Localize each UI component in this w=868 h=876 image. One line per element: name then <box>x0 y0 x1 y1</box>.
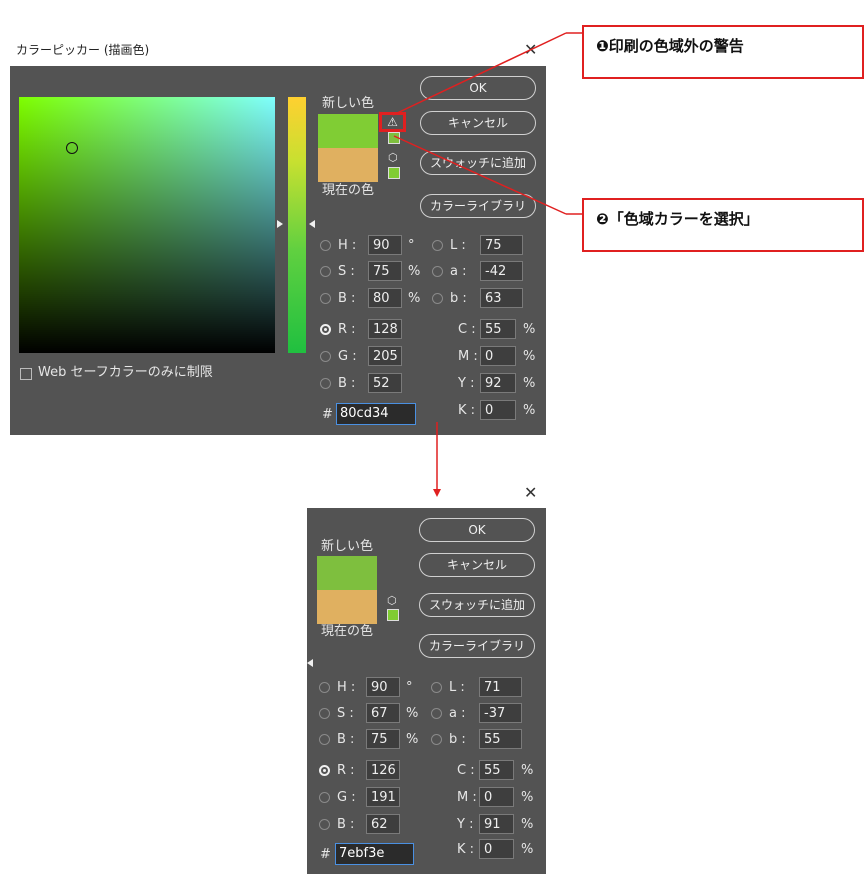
radio-l-2[interactable] <box>431 682 442 693</box>
h-field-2[interactable]: 90 <box>366 677 400 697</box>
c-unit-2: % <box>521 763 534 778</box>
y-label-2: Y : <box>457 817 474 832</box>
radio-lab-b-2[interactable] <box>431 734 442 745</box>
add-to-swatches-button-2[interactable]: スウォッチに追加 <box>419 593 535 617</box>
k-unit-2: % <box>521 842 534 857</box>
hash-label-2: # <box>320 847 331 862</box>
r-field-2[interactable]: 126 <box>366 760 400 780</box>
s-unit-2: % <box>406 706 419 721</box>
callout-select-gamut-color: ❷「色域カラーを選択」 <box>582 198 864 252</box>
current-color-label-2: 現在の色 <box>321 624 374 639</box>
ok-button-2[interactable]: OK <box>419 518 535 542</box>
l-label-2: L : <box>449 680 465 695</box>
hex-field-2[interactable]: 7ebf3e <box>335 843 414 865</box>
radio-s-2[interactable] <box>319 708 330 719</box>
s-label-2: S : <box>337 706 354 721</box>
current-color-swatch-2[interactable] <box>317 590 377 624</box>
b-brightness-unit-2: % <box>406 732 419 747</box>
rgb-b-label-2: B : <box>337 817 355 832</box>
radio-g-2[interactable] <box>319 792 330 803</box>
s-field-2[interactable]: 67 <box>366 703 400 723</box>
a-field-2[interactable]: -37 <box>479 703 522 723</box>
a-label-2: a : <box>449 706 466 721</box>
color-libraries-button-2[interactable]: カラーライブラリ <box>419 634 535 658</box>
cube-icon-2[interactable]: ⬡ <box>387 595 397 607</box>
color-preview-2 <box>317 556 377 624</box>
h-label-2: H : <box>337 680 356 695</box>
m-field-2[interactable]: 0 <box>479 787 514 807</box>
radio-a-2[interactable] <box>431 708 442 719</box>
h-unit-2: ° <box>406 680 413 695</box>
m-label-2: M : <box>457 790 477 805</box>
radio-rgb-b-2[interactable] <box>319 819 330 830</box>
color-picker-dialog-after: 新しい色 現在の色 ⬡ OK キャンセル スウォッチに追加 カラーライブラリ H… <box>307 508 546 874</box>
callout-2-line <box>393 135 567 215</box>
k-field-2[interactable]: 0 <box>479 839 514 859</box>
radio-r-2[interactable] <box>319 765 330 776</box>
callout-1-line <box>392 32 567 116</box>
new-color-swatch-2 <box>317 556 377 590</box>
rgb-b-field-2[interactable]: 62 <box>366 814 400 834</box>
down-arrow-head <box>433 489 441 497</box>
radio-b-brightness-2[interactable] <box>319 734 330 745</box>
y-field-2[interactable]: 91 <box>479 814 514 834</box>
lab-b-field-2[interactable]: 55 <box>479 729 522 749</box>
r-label-2: R : <box>337 763 355 778</box>
c-field-2[interactable]: 55 <box>479 760 514 780</box>
slider-arrow-icon-2[interactable] <box>307 659 313 667</box>
b-brightness-field-2[interactable]: 75 <box>366 729 400 749</box>
g-label-2: G : <box>337 790 356 805</box>
l-field-2[interactable]: 71 <box>479 677 522 697</box>
k-label-2: K : <box>457 842 475 857</box>
y-unit-2: % <box>521 817 534 832</box>
g-field-2[interactable]: 191 <box>366 787 400 807</box>
c-label-2: C : <box>457 763 475 778</box>
new-color-label-2: 新しい色 <box>321 539 374 554</box>
cancel-button-2[interactable]: キャンセル <box>419 553 535 577</box>
callout-gamut-warning: ❶印刷の色域外の警告 <box>582 25 864 79</box>
b-brightness-label-2: B : <box>337 732 355 747</box>
web-safe-swatch-2[interactable] <box>387 609 399 621</box>
radio-h-2[interactable] <box>319 682 330 693</box>
m-unit-2: % <box>521 790 534 805</box>
close-icon-2[interactable]: ✕ <box>524 485 537 501</box>
lab-b-label-2: b : <box>449 732 466 747</box>
